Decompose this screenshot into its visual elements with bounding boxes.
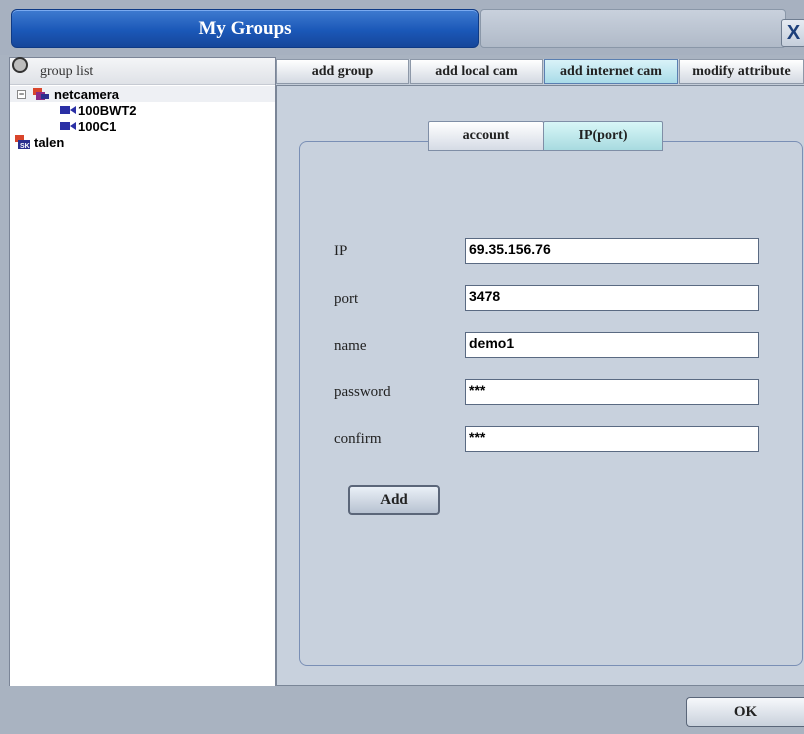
tab-modify-attribute[interactable]: modify attribute — [679, 59, 804, 84]
tree-item-100c1[interactable]: 100C1 — [10, 118, 275, 134]
svg-text:SK: SK — [20, 143, 30, 149]
group-tree-panel: group list − netcamera 100BWT2 100C1 SK … — [9, 57, 276, 688]
video-camera-icon — [60, 122, 76, 130]
main-tab-bar: add group add local cam add internet cam… — [276, 59, 804, 85]
tree-item-label: 100C1 — [78, 119, 117, 134]
port-field[interactable]: 3478 — [465, 285, 759, 311]
close-button[interactable]: X — [781, 19, 804, 47]
tree-item-100bwt2[interactable]: 100BWT2 — [10, 102, 275, 118]
confirm-field[interactable]: *** — [465, 426, 759, 452]
footer-bar — [0, 686, 804, 734]
group-tree: − netcamera 100BWT2 100C1 SK talen — [10, 86, 275, 150]
password-label: password — [334, 384, 391, 400]
tab-add-group[interactable]: add group — [276, 59, 409, 84]
sk-group-icon: SK — [15, 135, 30, 149]
name-label: name — [334, 338, 367, 354]
my-groups-window: My Groups X group list − netcamera 100BW… — [0, 0, 804, 734]
group-list-header: group list — [10, 57, 275, 85]
tree-item-label: netcamera — [54, 87, 120, 102]
collapse-icon[interactable]: − — [17, 90, 26, 99]
tree-item-netcamera[interactable]: − netcamera — [10, 86, 275, 102]
subtab-ip-port[interactable]: IP(port) — [543, 121, 663, 151]
ip-field[interactable]: 69.35.156.76 — [465, 238, 759, 264]
confirm-label: confirm — [334, 431, 382, 447]
tree-item-talen[interactable]: SK talen — [10, 134, 275, 150]
window-title: My Groups — [11, 9, 479, 48]
video-camera-icon — [60, 106, 76, 114]
title-bar-filler — [480, 9, 786, 48]
radio-circle-icon — [12, 57, 28, 73]
tree-item-label: 100BWT2 — [78, 103, 137, 118]
tree-item-label: talen — [34, 135, 65, 150]
add-button[interactable]: Add — [348, 485, 440, 515]
camera-group-icon — [33, 88, 49, 100]
title-bar[interactable]: My Groups X — [0, 0, 804, 55]
port-label: port — [334, 291, 359, 307]
tab-add-local-cam[interactable]: add local cam — [410, 59, 543, 84]
ok-button[interactable]: OK — [686, 697, 804, 727]
ip-label: IP — [334, 243, 348, 259]
group-list-label: group list — [40, 64, 94, 79]
tab-add-internet-cam[interactable]: add internet cam — [544, 59, 678, 84]
subtab-account[interactable]: account — [428, 121, 544, 151]
password-field[interactable]: *** — [465, 379, 759, 405]
name-field[interactable]: demo1 — [465, 332, 759, 358]
